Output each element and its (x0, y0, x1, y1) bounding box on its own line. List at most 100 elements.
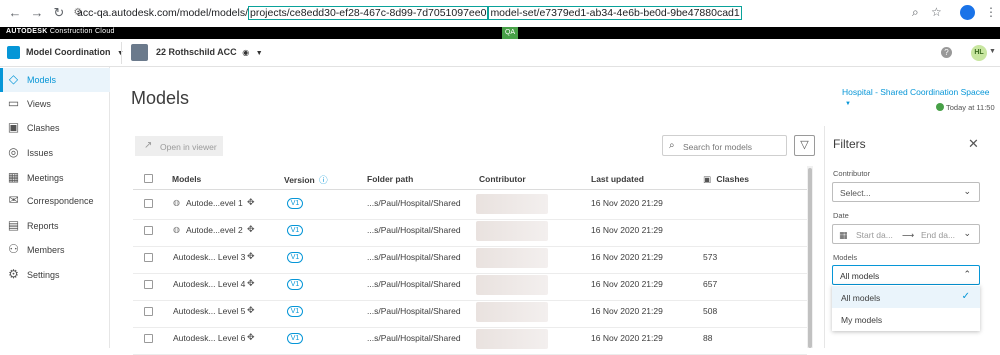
model-name[interactable]: Autode...evel 2 (186, 225, 243, 235)
column-header-version[interactable]: Version ⓘ (284, 174, 328, 186)
sidebar-item-meetings[interactable]: ▦ Meetings (0, 166, 110, 190)
row-divider (133, 246, 807, 247)
column-header-models[interactable]: Models (172, 174, 201, 184)
filter-button[interactable]: ▽ (794, 135, 815, 156)
move-handle-icon[interactable]: ✥ (247, 197, 255, 208)
browser-toolbar: ← → ↻ ⚙ acc-qa.autodesk.com/model/models… (0, 0, 1000, 27)
move-handle-icon[interactable]: ✥ (247, 278, 255, 289)
reload-icon[interactable]: ↻ (52, 6, 66, 20)
models-filter-dropdown: All models ✓ My models (832, 285, 980, 331)
sidebar-item-reports[interactable]: ▤ Reports (0, 214, 110, 238)
arrow-right-icon: ⟶ (902, 230, 915, 240)
user-avatar[interactable]: HL (971, 45, 987, 61)
model-name[interactable]: Autode...evel 1 (186, 198, 243, 208)
version-badge[interactable]: V1 (287, 333, 303, 344)
contributor-redacted (476, 275, 548, 295)
chevron-down-icon: ⌄ (963, 186, 971, 196)
select-all-checkbox[interactable] (144, 174, 153, 183)
models-filter-label: Models (833, 253, 858, 262)
version-badge[interactable]: V1 (287, 279, 303, 290)
move-handle-icon[interactable]: ✥ (247, 224, 255, 235)
sidebar-item-correspondence[interactable]: ✉ Correspondence (0, 189, 110, 213)
clash-count[interactable]: 657 (703, 279, 717, 289)
row-checkbox[interactable] (144, 280, 153, 289)
clash-count[interactable]: 508 (703, 306, 717, 316)
move-handle-icon[interactable]: ✥ (247, 332, 255, 343)
chevron-up-icon: ⌃ (963, 269, 971, 279)
mail-icon: ✉ (8, 193, 19, 207)
version-badge[interactable]: V1 (287, 306, 303, 317)
address-bar[interactable]: acc-qa.autodesk.com/model/models/project… (77, 4, 742, 23)
contributor-value: Select... (840, 188, 871, 198)
calendar-icon: ▦ (839, 230, 848, 240)
module-switcher[interactable]: Model Coordination ▼ (26, 47, 124, 57)
last-updated: 16 Nov 2020 21:29 (591, 225, 663, 235)
scrollbar-thumb[interactable] (808, 168, 812, 348)
column-header-contributor[interactable]: Contributor (479, 174, 526, 184)
brand-text: AUTODESK (6, 28, 48, 35)
chevron-down-icon[interactable]: ▼ (989, 48, 996, 55)
url-base: acc-qa.autodesk.com/model/models/ (77, 7, 248, 19)
search-input[interactable]: ⌕ Search for models (662, 135, 787, 156)
model-name[interactable]: Autodesk... Level 6 (173, 333, 245, 343)
help-icon[interactable]: ? (941, 47, 952, 58)
browser-menu-icon[interactable]: ⋮ (985, 5, 997, 19)
module-title: Model Coordination (26, 47, 111, 57)
sidebar-item-settings[interactable]: ⚙ Settings (0, 263, 110, 287)
row-checkbox[interactable] (144, 334, 153, 343)
contributor-select[interactable]: Select... ⌄ (832, 182, 980, 202)
option-all-models[interactable]: All models ✓ (832, 286, 980, 308)
option-my-models[interactable]: My models (832, 308, 980, 330)
folder-path: ...s/Paul/Hospital/Shared (367, 252, 461, 262)
reports-icon: ▤ (7, 218, 20, 232)
option-label: All models (841, 293, 881, 303)
row-checkbox[interactable] (144, 226, 153, 235)
project-thumbnail (131, 44, 148, 61)
folder-path: ...s/Paul/Hospital/Shared (367, 198, 461, 208)
end-date-input[interactable]: End da... (921, 230, 955, 240)
start-date-input[interactable]: Start da... (856, 230, 893, 240)
models-filter-select[interactable]: All models ⌃ (832, 265, 980, 285)
move-handle-icon[interactable]: ✥ (247, 305, 255, 316)
models-filter-value: All models (840, 271, 880, 281)
clash-count[interactable]: 573 (703, 252, 717, 262)
model-name[interactable]: Autodesk... Level 3 (173, 252, 245, 262)
sidebar-item-issues[interactable]: ◎ Issues (0, 141, 110, 165)
model-name[interactable]: Autodesk... Level 5 (173, 306, 245, 316)
column-header-folder-path[interactable]: Folder path (367, 174, 413, 184)
browser-profile-icon[interactable] (960, 5, 975, 20)
sidebar-item-members[interactable]: ⚇ Members (0, 238, 110, 262)
clash-count[interactable]: 88 (703, 333, 712, 343)
last-updated: 16 Nov 2020 21:29 (591, 279, 663, 289)
project-switcher[interactable]: 22 Rothschild ACC ◉ ▼ (156, 47, 263, 57)
zoom-icon[interactable]: ⌕ (912, 5, 919, 20)
move-handle-icon[interactable]: ✥ (247, 251, 255, 262)
version-badge[interactable]: V1 (287, 225, 303, 236)
column-header-last-updated[interactable]: Last updated (591, 174, 644, 184)
sidebar-item-clashes[interactable]: ▣ Clashes (0, 116, 110, 140)
forward-arrow-icon[interactable]: → (30, 6, 44, 20)
project-title: 22 Rothschild ACC (156, 47, 237, 57)
close-icon[interactable]: ✕ (968, 136, 979, 152)
clashes-icon: ▣ (7, 120, 20, 134)
chevron-down-icon: ▼ (845, 101, 851, 107)
version-badge[interactable]: V1 (287, 252, 303, 263)
url-modelset-segment: model-set/e7379ed1-ab34-4e6b-be0d-9be478… (488, 6, 742, 20)
sidebar-item-views[interactable]: ▭ Views (0, 92, 110, 116)
version-badge[interactable]: V1 (287, 198, 303, 209)
bookmark-star-icon[interactable]: ☆ (931, 5, 942, 19)
sidebar-item-models[interactable]: ◇ Models (0, 68, 110, 92)
open-external-icon: ↗ (144, 140, 153, 151)
date-range-picker[interactable]: ▦ Start da... ⟶ End da... ⌄ (832, 224, 980, 244)
back-arrow-icon[interactable]: ← (8, 6, 22, 20)
info-icon[interactable]: ⓘ (319, 175, 328, 185)
model-name[interactable]: Autodesk... Level 4 (173, 279, 245, 289)
open-in-viewer-button[interactable]: ↗ Open in viewer (135, 136, 223, 156)
column-header-clashes[interactable]: ▣ Clashes (703, 174, 749, 185)
autodesk-logo: AUTODESK Construction Cloud (6, 28, 115, 35)
folder-path: ...s/Paul/Hospital/Shared (367, 225, 461, 235)
row-checkbox[interactable] (144, 307, 153, 316)
row-checkbox[interactable] (144, 199, 153, 208)
sidebar-item-label: Meetings (27, 173, 64, 183)
row-checkbox[interactable] (144, 253, 153, 262)
